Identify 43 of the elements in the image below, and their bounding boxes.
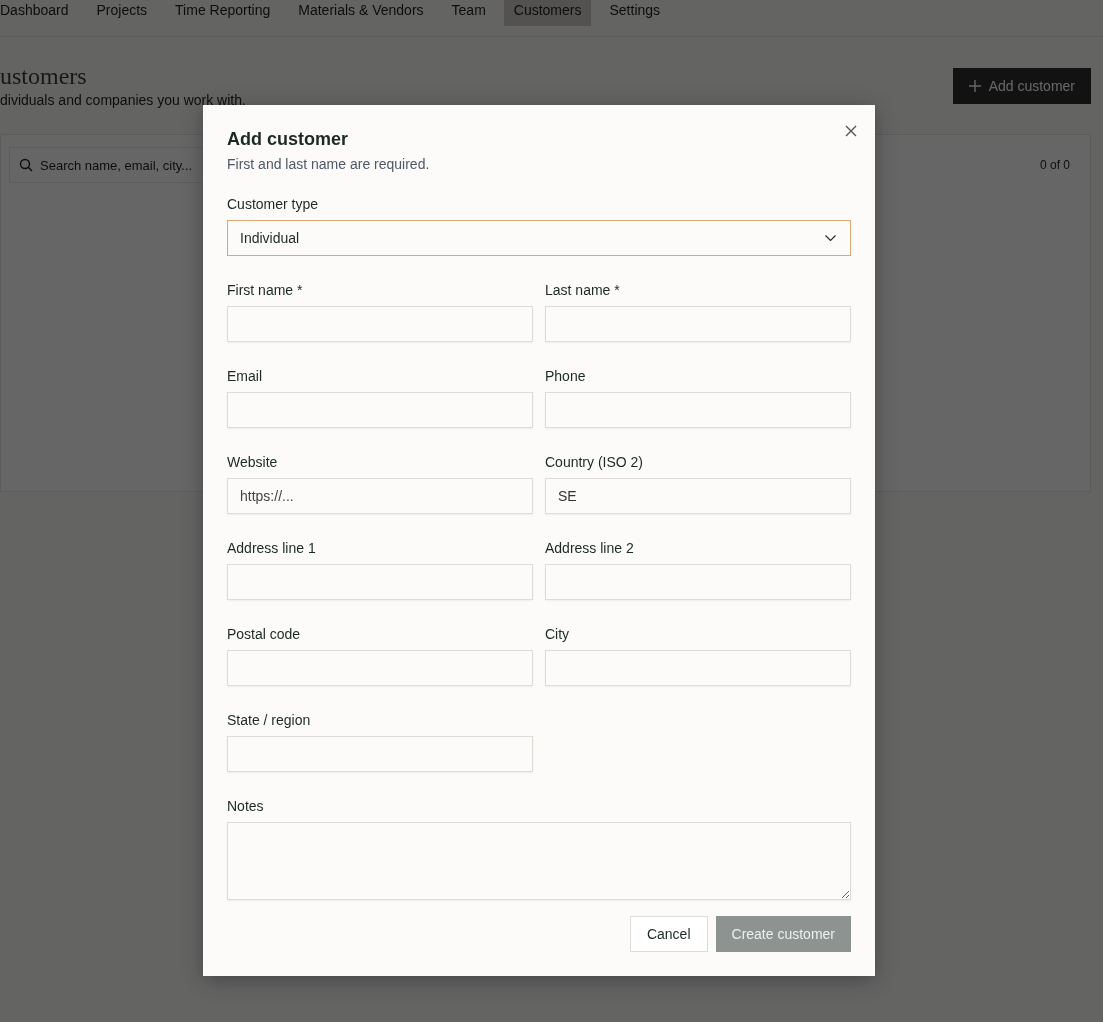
nav-tab[interactable]: Customers	[503, 0, 592, 26]
field-label: Notes	[227, 797, 265, 816]
page-subtitle: dividuals and companies you work with.	[0, 92, 246, 108]
input-field[interactable]	[545, 564, 851, 600]
input-field[interactable]: https://...	[227, 478, 533, 514]
input-field[interactable]	[227, 306, 533, 342]
nav-tab[interactable]: Settings	[599, 0, 671, 26]
notes-field[interactable]	[227, 822, 851, 900]
field-label: Phone	[545, 367, 587, 386]
input-field[interactable]	[227, 564, 533, 600]
nav-tab[interactable]: Dashboard	[0, 0, 79, 26]
field-label: Country (ISO 2)	[545, 453, 645, 472]
nav-tab[interactable]: Team	[441, 0, 496, 26]
input-field[interactable]	[545, 392, 851, 428]
field-label: Address line 1	[227, 539, 317, 558]
input-field[interactable]	[227, 392, 533, 428]
select-field[interactable]: Individual	[227, 220, 851, 256]
nav-tab[interactable]: Projects	[86, 0, 158, 26]
search-icon	[19, 158, 33, 172]
field-label: Address line 2	[545, 539, 635, 558]
field-label: Last name *	[545, 281, 621, 300]
field-label: City	[545, 625, 571, 644]
input-field[interactable]: SE	[545, 478, 851, 514]
close-button[interactable]	[843, 123, 859, 139]
input-field[interactable]	[545, 306, 851, 342]
field-label: Website	[227, 453, 279, 472]
field-label: Customer type	[227, 195, 320, 214]
nav-tab[interactable]: Materials & Vendors	[288, 0, 434, 26]
result-count: 0 of 0	[1039, 158, 1070, 172]
input-field[interactable]	[227, 650, 533, 686]
input-field[interactable]	[545, 650, 851, 686]
field-label: State / region	[227, 711, 312, 730]
field-label: First name *	[227, 281, 304, 300]
add-customer-button[interactable]: Add customer	[952, 68, 1091, 104]
input-field[interactable]	[227, 736, 533, 772]
dialog-title: Add customer	[227, 129, 350, 150]
chevron-down-icon	[825, 235, 836, 241]
field-label: Postal code	[227, 625, 302, 644]
cancel-button[interactable]: Cancel	[629, 916, 708, 952]
nav-tab[interactable]: Time Reporting	[165, 0, 281, 26]
field-label: Email	[227, 367, 263, 386]
page-title: ustomers	[0, 63, 88, 90]
plus-icon	[968, 80, 981, 92]
